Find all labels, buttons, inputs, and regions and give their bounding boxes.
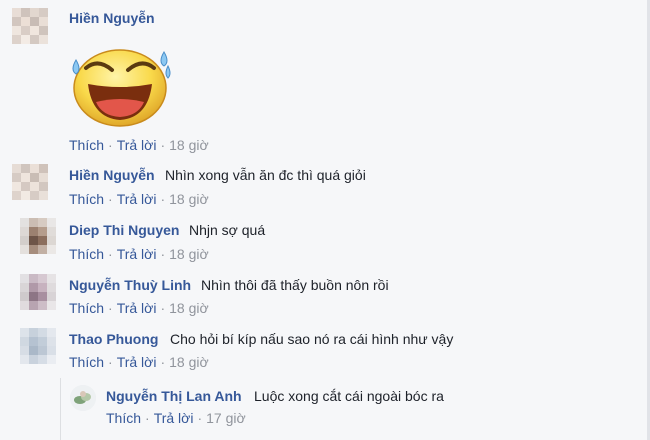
separator-dot: ·: [108, 137, 113, 153]
comment-text: Cho hỏi bí kíp nấu sao nó ra cái hình nh…: [170, 331, 454, 347]
like-link[interactable]: Thích: [69, 246, 104, 262]
comment-author[interactable]: Hiền Nguyễn: [69, 167, 155, 183]
reply-thread-line: [60, 378, 61, 440]
separator-dot: ·: [160, 300, 166, 316]
comment-actions: Thích · Trả lời · 18 giờ: [69, 191, 209, 207]
separator-dot: ·: [160, 137, 166, 153]
comment-actions: Thích · Trả lời · 18 giờ: [69, 246, 209, 262]
reply-link[interactable]: Trả lời: [117, 191, 157, 207]
separator-dot: ·: [160, 354, 166, 370]
timestamp[interactable]: 18 giờ: [169, 246, 209, 262]
comment-author[interactable]: Thao Phuong: [69, 331, 158, 347]
like-link[interactable]: Thích: [69, 191, 104, 207]
avatar[interactable]: [12, 8, 48, 44]
timestamp[interactable]: 18 giờ: [169, 137, 209, 153]
comment-author[interactable]: Hiền Nguyễn: [69, 10, 155, 26]
separator-dot: ·: [145, 410, 150, 426]
avatar[interactable]: [12, 164, 48, 200]
comment-actions: Thích · Trả lời · 18 giờ: [69, 137, 209, 153]
avatar[interactable]: [70, 385, 96, 411]
like-link[interactable]: Thích: [106, 410, 141, 426]
comment-author[interactable]: Nguyễn Thuỳ Linh: [69, 277, 191, 293]
comment-actions: Thích · Trả lời · 18 giờ: [69, 300, 209, 316]
reply-link[interactable]: Trả lời: [117, 246, 157, 262]
laughing-tears-sticker-icon: [72, 38, 172, 128]
separator-dot: ·: [108, 191, 113, 207]
timestamp[interactable]: 18 giờ: [169, 300, 209, 316]
like-link[interactable]: Thích: [69, 354, 104, 370]
separator-dot: ·: [160, 191, 166, 207]
like-link[interactable]: Thích: [69, 137, 104, 153]
separator-dot: ·: [108, 300, 113, 316]
avatar[interactable]: [20, 328, 56, 364]
like-link[interactable]: Thích: [69, 300, 104, 316]
timestamp[interactable]: 18 giờ: [169, 354, 209, 370]
reply-link[interactable]: Trả lời: [117, 354, 157, 370]
comment-text: Luộc xong cắt cái ngoài bóc ra: [254, 388, 444, 404]
comment-author[interactable]: Nguyễn Thị Lan Anh: [106, 388, 242, 404]
comment-text: Nhìn thôi đã thấy buồn nôn rồi: [201, 277, 389, 293]
separator-dot: ·: [197, 410, 203, 426]
comment-actions: Thích · Trả lời · 17 giờ: [106, 410, 246, 426]
reply-link[interactable]: Trả lời: [117, 137, 157, 153]
comment-author[interactable]: Diep Thi Nguyen: [69, 222, 179, 238]
timestamp[interactable]: 18 giờ: [169, 191, 209, 207]
comment-text: Nhìn xong vẫn ăn đc thì quá giỏi: [165, 167, 366, 183]
separator-dot: ·: [108, 354, 113, 370]
avatar[interactable]: [20, 274, 56, 310]
comment-text: Nhjn sợ quá: [189, 222, 266, 238]
reply-link[interactable]: Trả lời: [154, 410, 194, 426]
avatar[interactable]: [20, 218, 56, 254]
reply-link[interactable]: Trả lời: [117, 300, 157, 316]
separator-dot: ·: [160, 246, 166, 262]
separator-dot: ·: [108, 246, 113, 262]
timestamp[interactable]: 17 giờ: [206, 410, 246, 426]
comment-actions: Thích · Trả lời · 18 giờ: [69, 354, 209, 370]
